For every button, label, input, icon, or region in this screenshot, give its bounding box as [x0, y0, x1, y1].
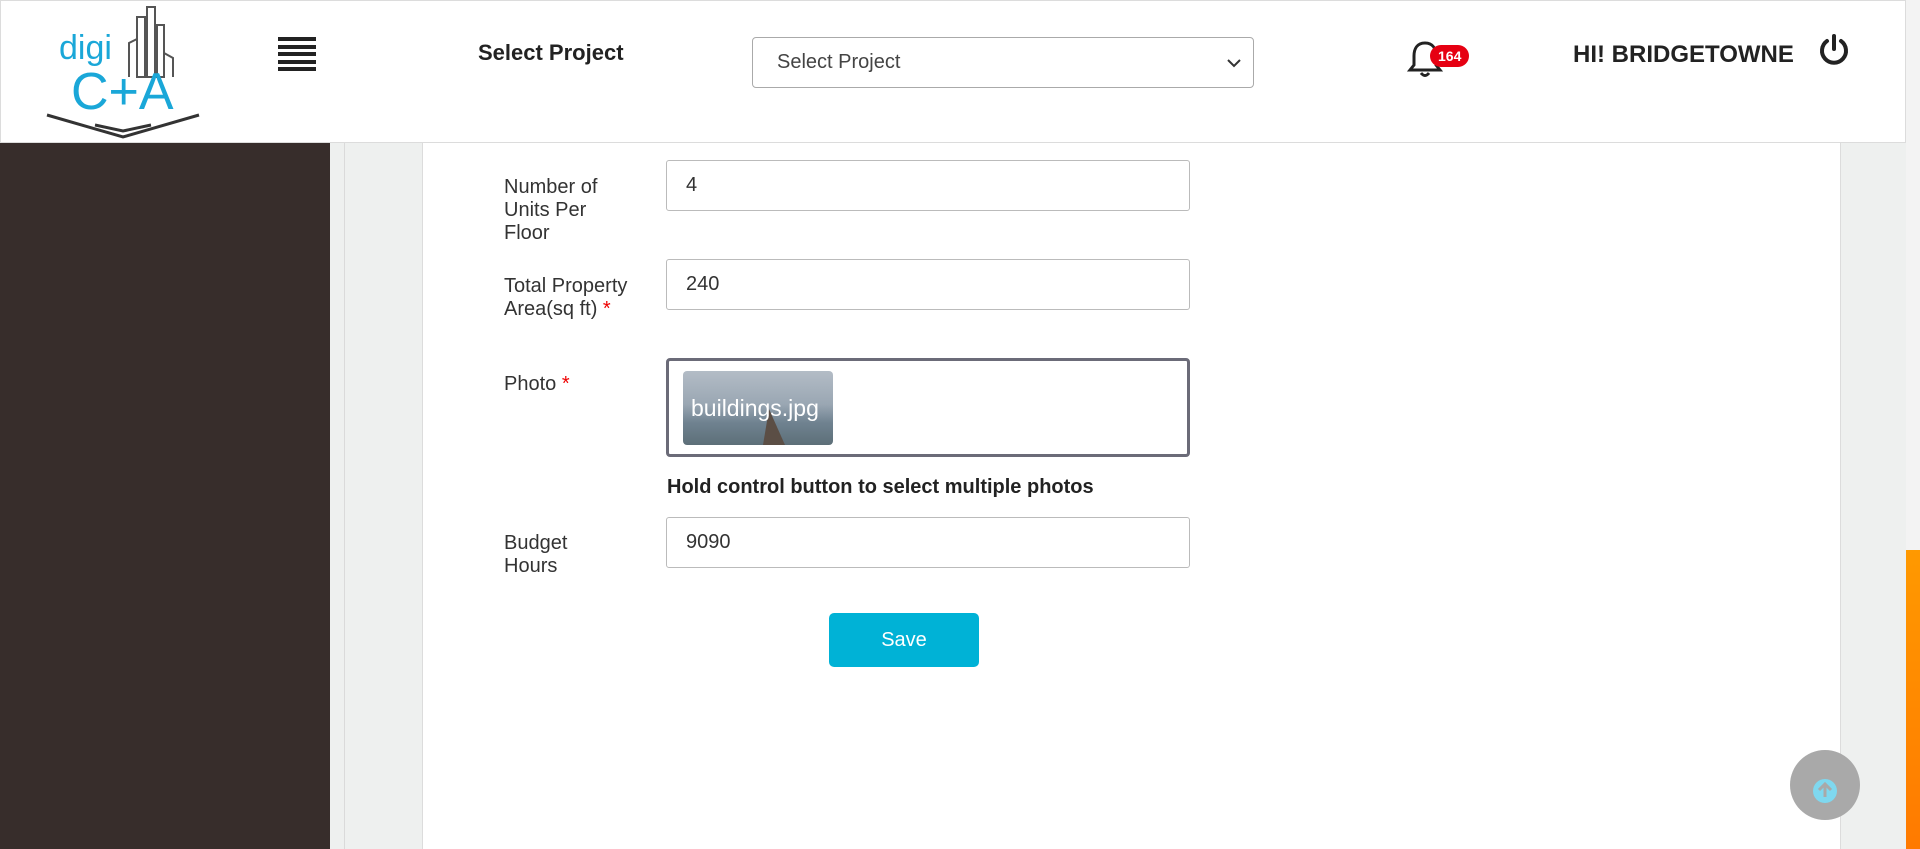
- hamburger-icon[interactable]: [278, 37, 316, 71]
- digi-ca-logo[interactable]: digi C+A: [45, 3, 201, 143]
- budget-hours-label: Budget Hours: [504, 532, 568, 577]
- photo-thumbnail[interactable]: buildings.jpg: [683, 371, 833, 445]
- svg-text:digi: digi: [59, 29, 112, 67]
- notifications-button[interactable]: 164: [1407, 37, 1487, 83]
- budget-hours-input[interactable]: 9090: [666, 517, 1190, 568]
- photo-file-name: buildings.jpg: [691, 395, 819, 421]
- save-button[interactable]: Save: [829, 613, 979, 667]
- required-asterisk: *: [561, 373, 570, 395]
- units-per-floor-input[interactable]: 4: [666, 160, 1190, 211]
- sidebar: [0, 143, 330, 849]
- chevron-down-icon: [1227, 59, 1241, 68]
- total-area-input[interactable]: 240: [666, 259, 1190, 310]
- photo-label-text: Photo: [504, 373, 557, 395]
- arrow-up-circle-icon: [1813, 779, 1837, 803]
- user-greeting: HI! BRIDGETOWNE: [1573, 41, 1794, 68]
- total-area-label: Total Property Area(sq ft) *: [504, 275, 629, 321]
- photo-hint-text: Hold control button to select multiple p…: [667, 476, 1094, 498]
- project-select[interactable]: Select Project: [752, 37, 1254, 88]
- form-panel: [422, 143, 1841, 849]
- notification-count-badge: 164: [1430, 45, 1470, 67]
- photo-upload-field[interactable]: buildings.jpg: [666, 358, 1190, 457]
- top-header: digi C+A Select Project Select Project 1…: [0, 0, 1906, 143]
- scroll-to-top-button[interactable]: [1790, 750, 1860, 820]
- project-select-value: Select Project: [777, 51, 901, 73]
- page-scrollbar[interactable]: [1906, 0, 1920, 849]
- select-project-label: Select Project: [478, 40, 624, 65]
- power-icon[interactable]: [1817, 33, 1851, 67]
- photo-label: Photo *: [504, 373, 570, 396]
- svg-text:C+A: C+A: [71, 63, 174, 121]
- units-per-floor-label: Number of Units Per Floor: [504, 176, 598, 244]
- required-asterisk: *: [602, 298, 611, 320]
